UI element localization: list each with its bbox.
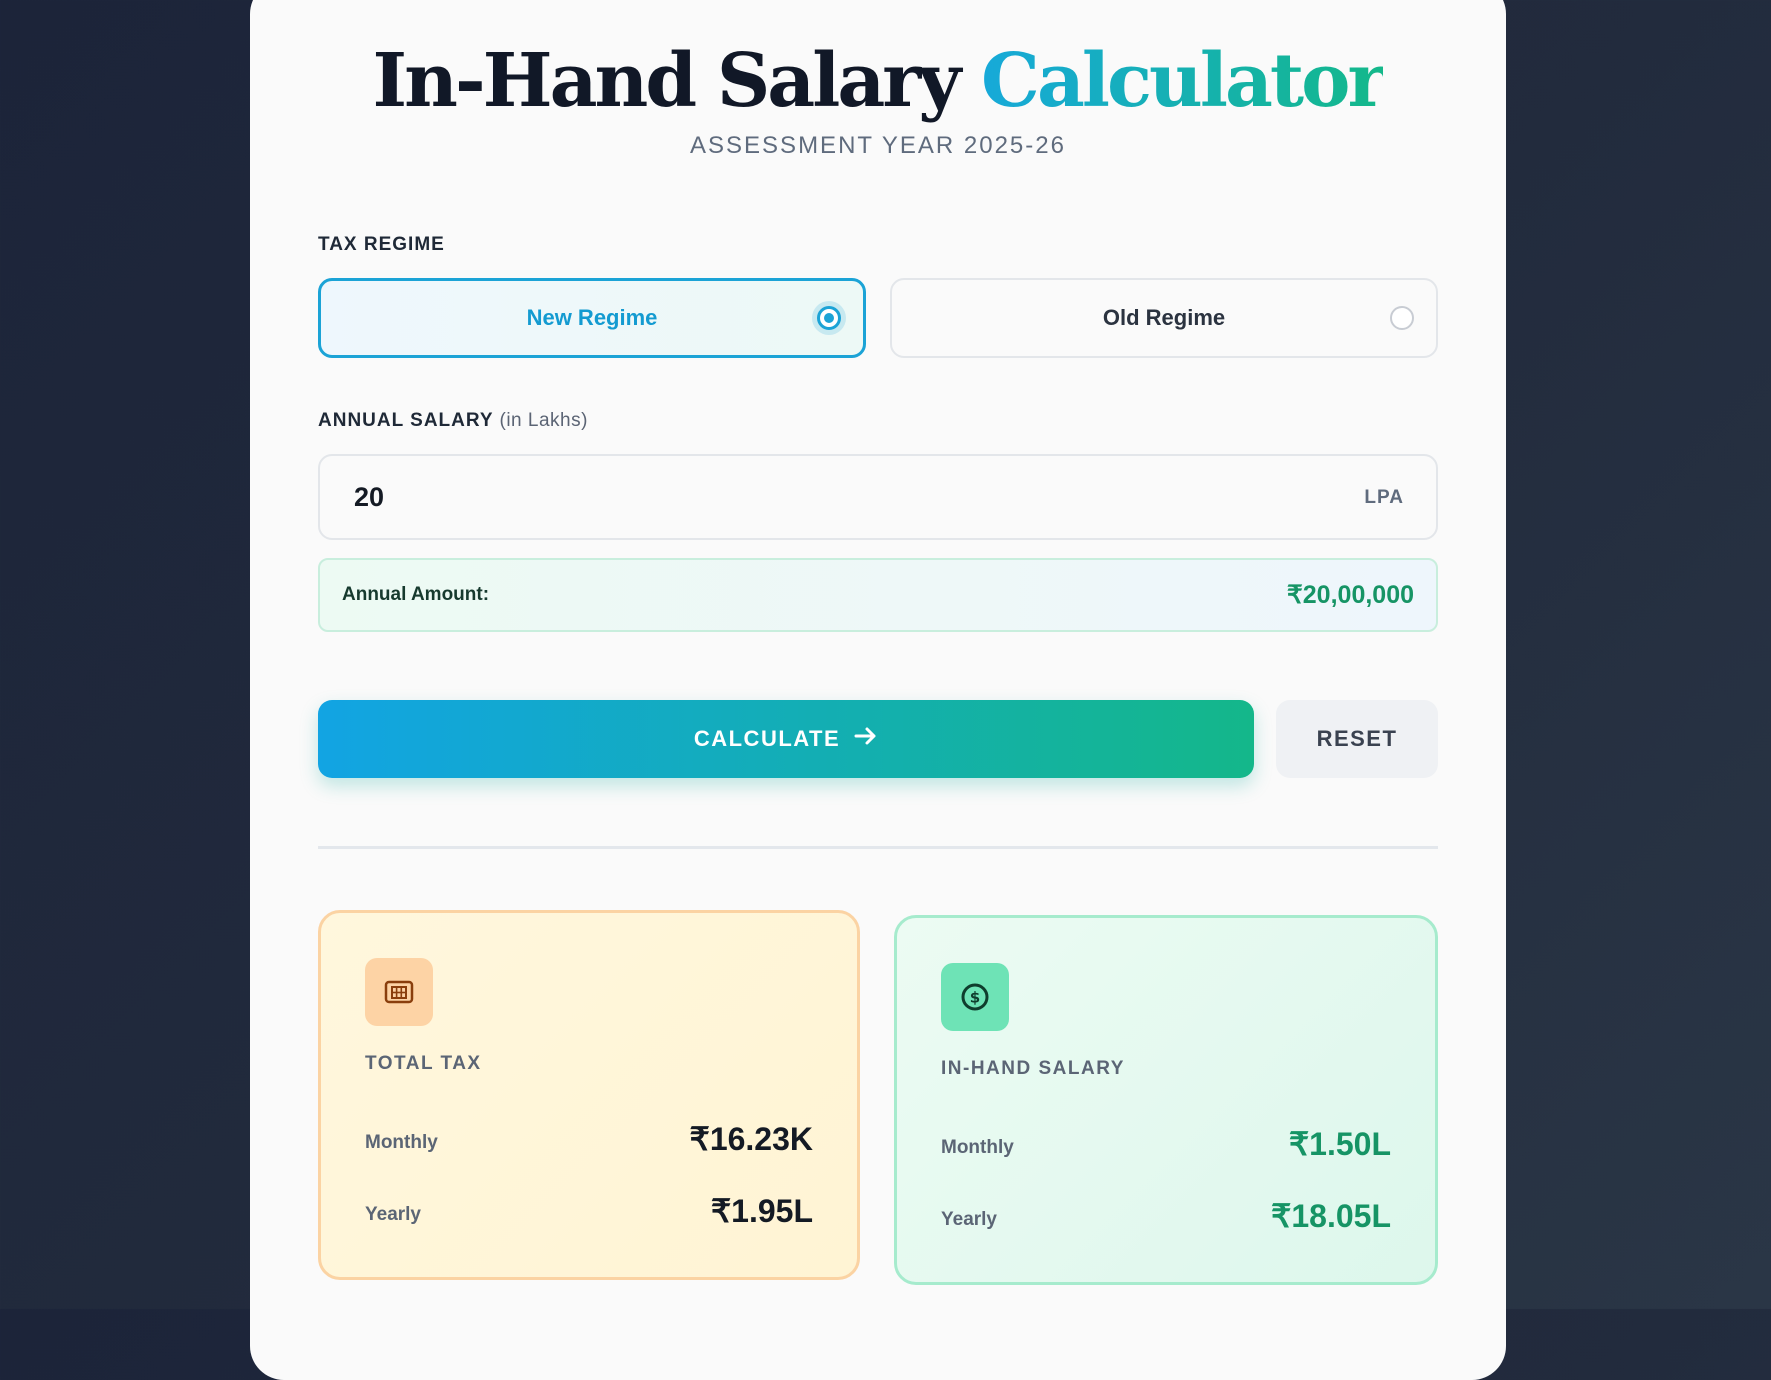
in-hand-salary-title: IN-HAND SALARY [941,1058,1125,1079]
title-main: In-Hand Salary [372,38,962,124]
annual-salary-label-text: ANNUAL SALARY [318,410,494,431]
annual-amount-value: ₹20,00,000 [1286,581,1414,609]
salary-unit: LPA [1364,487,1404,508]
in-hand-salary-card: $ IN-HAND SALARY Monthly ₹1.50L Yearly ₹… [894,915,1438,1285]
inhand-yearly-value: ₹18.05L [1271,1198,1391,1234]
calculator-card: In-Hand Salary Calculator ASSESSMENT YEA… [250,0,1506,1380]
inhand-monthly-label: Monthly [941,1137,1014,1158]
radio-unselected-icon[interactable] [1390,306,1414,330]
arrow-right-icon [854,726,878,752]
tax-monthly-value: ₹16.23K [689,1121,813,1157]
annual-amount-label: Annual Amount: [342,584,490,605]
section-divider [318,846,1438,849]
annual-salary-input[interactable]: 20 LPA [318,454,1438,540]
tax-yearly-label: Yearly [365,1204,421,1225]
calculate-label: CALCULATE [693,726,841,751]
tax-regime-label: TAX REGIME [318,234,445,255]
radio-selected-icon[interactable] [817,306,841,330]
total-tax-card: TOTAL TAX Monthly ₹16.23K Yearly ₹1.95L [318,910,860,1280]
svg-text:$: $ [970,989,980,1007]
inhand-monthly-value: ₹1.50L [1288,1126,1391,1162]
salary-value[interactable]: 20 [354,482,384,513]
annual-amount-box: Annual Amount: ₹20,00,000 [318,558,1438,632]
old-regime-label: Old Regime [1102,305,1226,330]
total-tax-title: TOTAL TAX [365,1053,482,1074]
new-regime-option[interactable]: New Regime [318,278,866,358]
dollar-circle-icon: $ [941,963,1009,1031]
annual-salary-label: ANNUAL SALARY (in Lakhs) [318,410,588,432]
annual-salary-hint: (in Lakhs) [499,410,588,431]
page-subtitle: ASSESSMENT YEAR 2025-26 [690,132,1066,159]
new-regime-label: New Regime [526,305,658,330]
tax-monthly-label: Monthly [365,1132,438,1153]
old-regime-option[interactable]: Old Regime [890,278,1438,358]
inhand-yearly-label: Yearly [941,1209,997,1230]
title-accent: Calculator [981,38,1386,124]
reset-button[interactable]: RESET [1276,700,1438,778]
calculate-button[interactable]: CALCULATE [318,700,1254,778]
calculator-icon [365,958,433,1026]
page-title: In-Hand Salary Calculator [250,44,1506,118]
tax-yearly-value: ₹1.95L [710,1193,813,1229]
